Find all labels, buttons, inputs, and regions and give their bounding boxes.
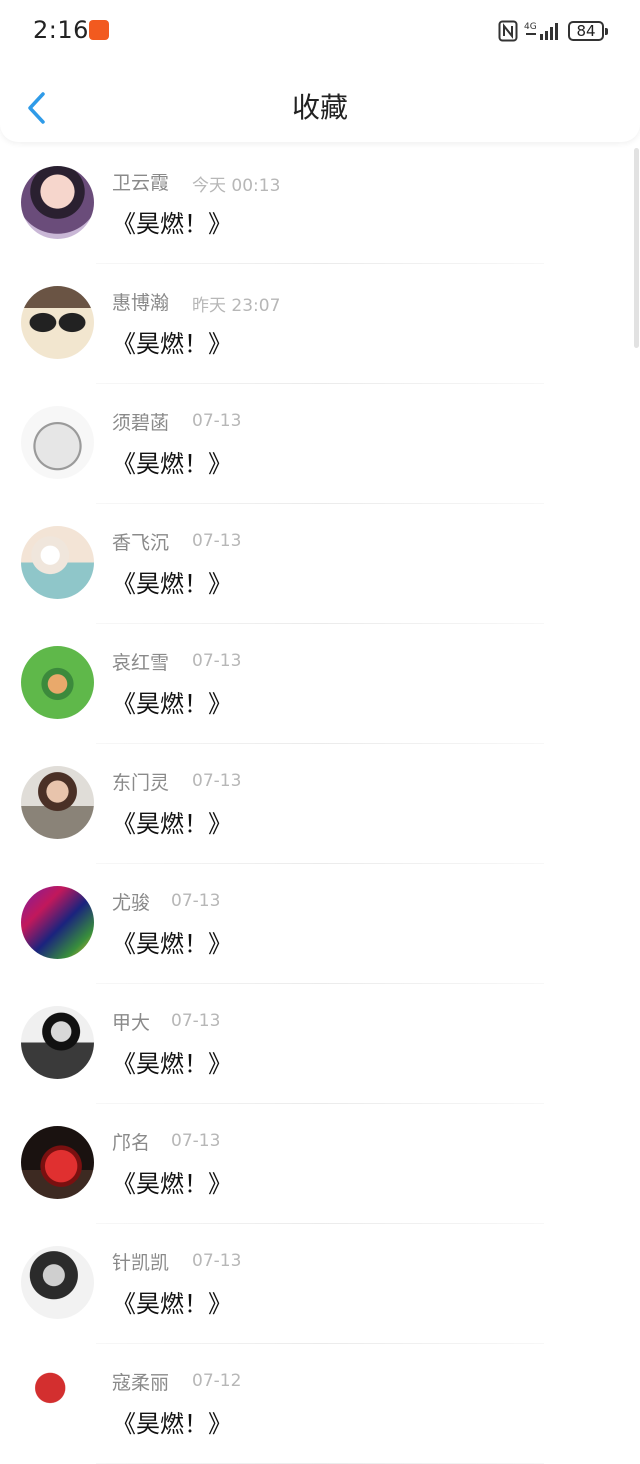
avatar bbox=[21, 1006, 94, 1079]
list-item[interactable]: 香飞沉 07-13 《昊燃！》 bbox=[0, 504, 640, 624]
item-name: 哀红雪 bbox=[112, 652, 170, 674]
item-name: 卫云霞 bbox=[112, 172, 170, 194]
list-item[interactable]: 东门灵 07-13 《昊燃！》 bbox=[0, 744, 640, 864]
list-item[interactable]: 哀红雪 07-13 《昊燃！》 bbox=[0, 624, 640, 744]
item-content: 《昊燃！》 bbox=[112, 570, 232, 598]
battery-level: 84 bbox=[576, 22, 596, 40]
item-time: 07-13 bbox=[192, 531, 242, 551]
item-name: 东门灵 bbox=[112, 772, 170, 794]
app-notification-icon bbox=[89, 20, 109, 40]
signal-icon: 4G bbox=[524, 22, 558, 40]
item-time: 07-13 bbox=[192, 651, 242, 671]
item-content: 《昊燃！》 bbox=[112, 1410, 232, 1438]
item-time: 07-13 bbox=[192, 1251, 242, 1271]
battery-icon: 84 bbox=[568, 21, 608, 41]
avatar bbox=[21, 1246, 94, 1319]
list-item[interactable]: 惠博瀚 昨天 23:07 《昊燃！》 bbox=[0, 264, 640, 384]
status-time: 2:16 bbox=[33, 16, 89, 44]
item-name: 尤骏 bbox=[112, 892, 151, 914]
page-title: 收藏 bbox=[291, 91, 348, 124]
item-name: 甲大 bbox=[112, 1012, 151, 1034]
status-bar: 2:16 4G 84 bbox=[0, 0, 640, 62]
item-time: 07-13 bbox=[192, 771, 242, 791]
scrollbar[interactable] bbox=[634, 148, 639, 348]
avatar bbox=[21, 766, 94, 839]
item-content: 《昊燃！》 bbox=[112, 1290, 232, 1318]
list-item[interactable]: 甲大 07-13 《昊燃！》 bbox=[0, 984, 640, 1104]
list-item[interactable]: 卫云霞 今天 00:13 《昊燃！》 bbox=[0, 144, 640, 264]
item-time: 07-13 bbox=[192, 411, 242, 431]
avatar bbox=[21, 1366, 94, 1439]
avatar bbox=[21, 286, 94, 359]
item-content: 《昊燃！》 bbox=[112, 930, 232, 958]
list-item[interactable]: 尤骏 07-13 《昊燃！》 bbox=[0, 864, 640, 984]
avatar bbox=[21, 406, 94, 479]
item-content: 《昊燃！》 bbox=[112, 810, 232, 838]
nfc-icon bbox=[498, 20, 518, 42]
item-content: 《昊燃！》 bbox=[112, 690, 232, 718]
network-type: 4G bbox=[524, 22, 537, 32]
item-name: 针凯凯 bbox=[112, 1252, 170, 1274]
item-name: 香飞沉 bbox=[112, 532, 170, 554]
avatar bbox=[21, 886, 94, 959]
list-item[interactable]: 针凯凯 07-13 《昊燃！》 bbox=[0, 1224, 640, 1344]
favorites-list: 卫云霞 今天 00:13 《昊燃！》 惠博瀚 昨天 23:07 《昊燃！》 须碧… bbox=[0, 144, 640, 1464]
item-name: 邝名 bbox=[112, 1132, 151, 1154]
app-header: 2:16 4G 84 收藏 bbox=[0, 0, 640, 142]
avatar bbox=[21, 166, 94, 239]
item-time: 昨天 23:07 bbox=[192, 296, 281, 316]
avatar bbox=[21, 526, 94, 599]
item-content: 《昊燃！》 bbox=[112, 210, 232, 238]
item-name: 寇柔丽 bbox=[112, 1372, 170, 1394]
item-content: 《昊燃！》 bbox=[112, 450, 232, 478]
item-content: 《昊燃！》 bbox=[112, 330, 232, 358]
item-time: 07-13 bbox=[171, 1131, 221, 1151]
list-item[interactable]: 邝名 07-13 《昊燃！》 bbox=[0, 1104, 640, 1224]
list-item[interactable]: 须碧菡 07-13 《昊燃！》 bbox=[0, 384, 640, 504]
item-name: 惠博瀚 bbox=[112, 292, 170, 314]
item-time: 07-13 bbox=[171, 1011, 221, 1031]
item-time: 07-12 bbox=[192, 1371, 242, 1391]
item-content: 《昊燃！》 bbox=[112, 1170, 232, 1198]
item-content: 《昊燃！》 bbox=[112, 1050, 232, 1078]
item-name: 须碧菡 bbox=[112, 412, 170, 434]
avatar bbox=[21, 646, 94, 719]
item-time: 07-13 bbox=[171, 891, 221, 911]
avatar bbox=[21, 1126, 94, 1199]
status-indicators: 4G 84 bbox=[498, 18, 608, 44]
item-time: 今天 00:13 bbox=[192, 176, 281, 196]
list-item[interactable]: 寇柔丽 07-12 《昊燃！》 bbox=[0, 1344, 640, 1464]
